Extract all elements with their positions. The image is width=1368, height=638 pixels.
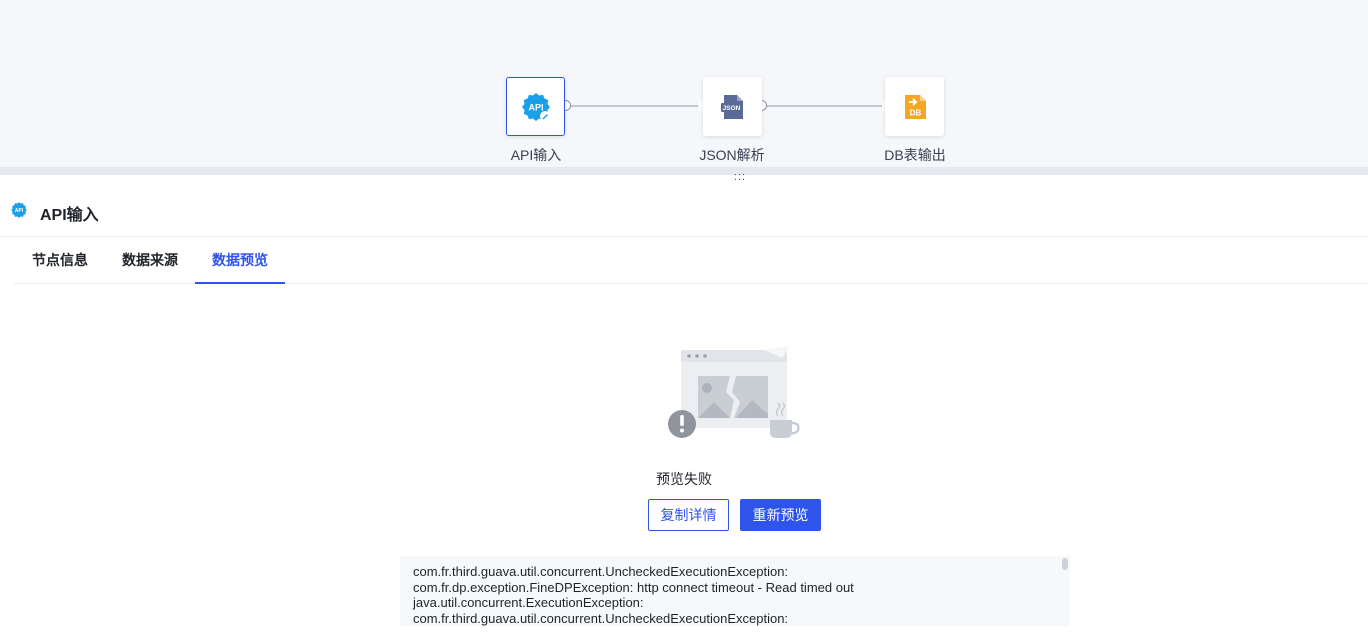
resize-handle[interactable]: ::: bbox=[731, 172, 749, 187]
error-line: com.fr.third.guava.util.concurrent.Unche… bbox=[413, 564, 789, 579]
error-line: com.fr.third.guava.util.concurrent.Unche… bbox=[413, 611, 789, 626]
error-line: java.util.concurrent.ExecutionException: bbox=[413, 595, 644, 611]
json-file-icon: JSON bbox=[720, 94, 743, 119]
preview-failed-text: 预览失败 bbox=[656, 471, 712, 487]
svg-text:API: API bbox=[15, 208, 24, 214]
panel-header: API API输入 bbox=[0, 193, 1368, 237]
tab-data-source[interactable]: 数据来源 bbox=[108, 238, 192, 284]
scrollbar-thumb[interactable] bbox=[1062, 558, 1068, 570]
flow-canvas: API API输入 JSON JSON解析 DB DB表输出 bbox=[0, 0, 1368, 175]
svg-text:JSON: JSON bbox=[722, 105, 740, 112]
flow-node-json-parse[interactable]: JSON bbox=[703, 77, 762, 136]
tab-data-preview[interactable]: 数据预览 bbox=[195, 238, 285, 284]
node-label: JSON解析 bbox=[699, 147, 765, 163]
preview-failed-illustration bbox=[668, 346, 800, 438]
svg-text:API: API bbox=[528, 102, 543, 112]
node-label: API输入 bbox=[510, 147, 562, 163]
svg-text:DB: DB bbox=[909, 108, 921, 117]
panel-title: API输入 bbox=[40, 207, 99, 224]
connector-line bbox=[766, 105, 882, 107]
flow-node-api-input[interactable]: API bbox=[506, 77, 565, 136]
api-icon: API bbox=[11, 202, 27, 218]
connector-line bbox=[570, 105, 698, 107]
retry-preview-button[interactable]: 重新预览 bbox=[740, 499, 821, 531]
error-details-box[interactable]: com.fr.third.guava.util.concurrent.Unche… bbox=[400, 556, 1070, 626]
db-output-icon: DB bbox=[904, 94, 926, 119]
copy-details-button[interactable]: 复制详情 bbox=[648, 499, 729, 531]
api-icon: API bbox=[521, 92, 550, 121]
panel-divider bbox=[0, 167, 1368, 175]
tab-node-info[interactable]: 节点信息 bbox=[18, 238, 102, 284]
flow-node-db-output[interactable]: DB bbox=[885, 77, 944, 136]
tab-bar: 节点信息 数据来源 数据预览 bbox=[14, 238, 1368, 284]
node-label: DB表输出 bbox=[884, 147, 946, 163]
error-line: com.fr.dp.exception.FineDPException: htt… bbox=[413, 579, 854, 595]
